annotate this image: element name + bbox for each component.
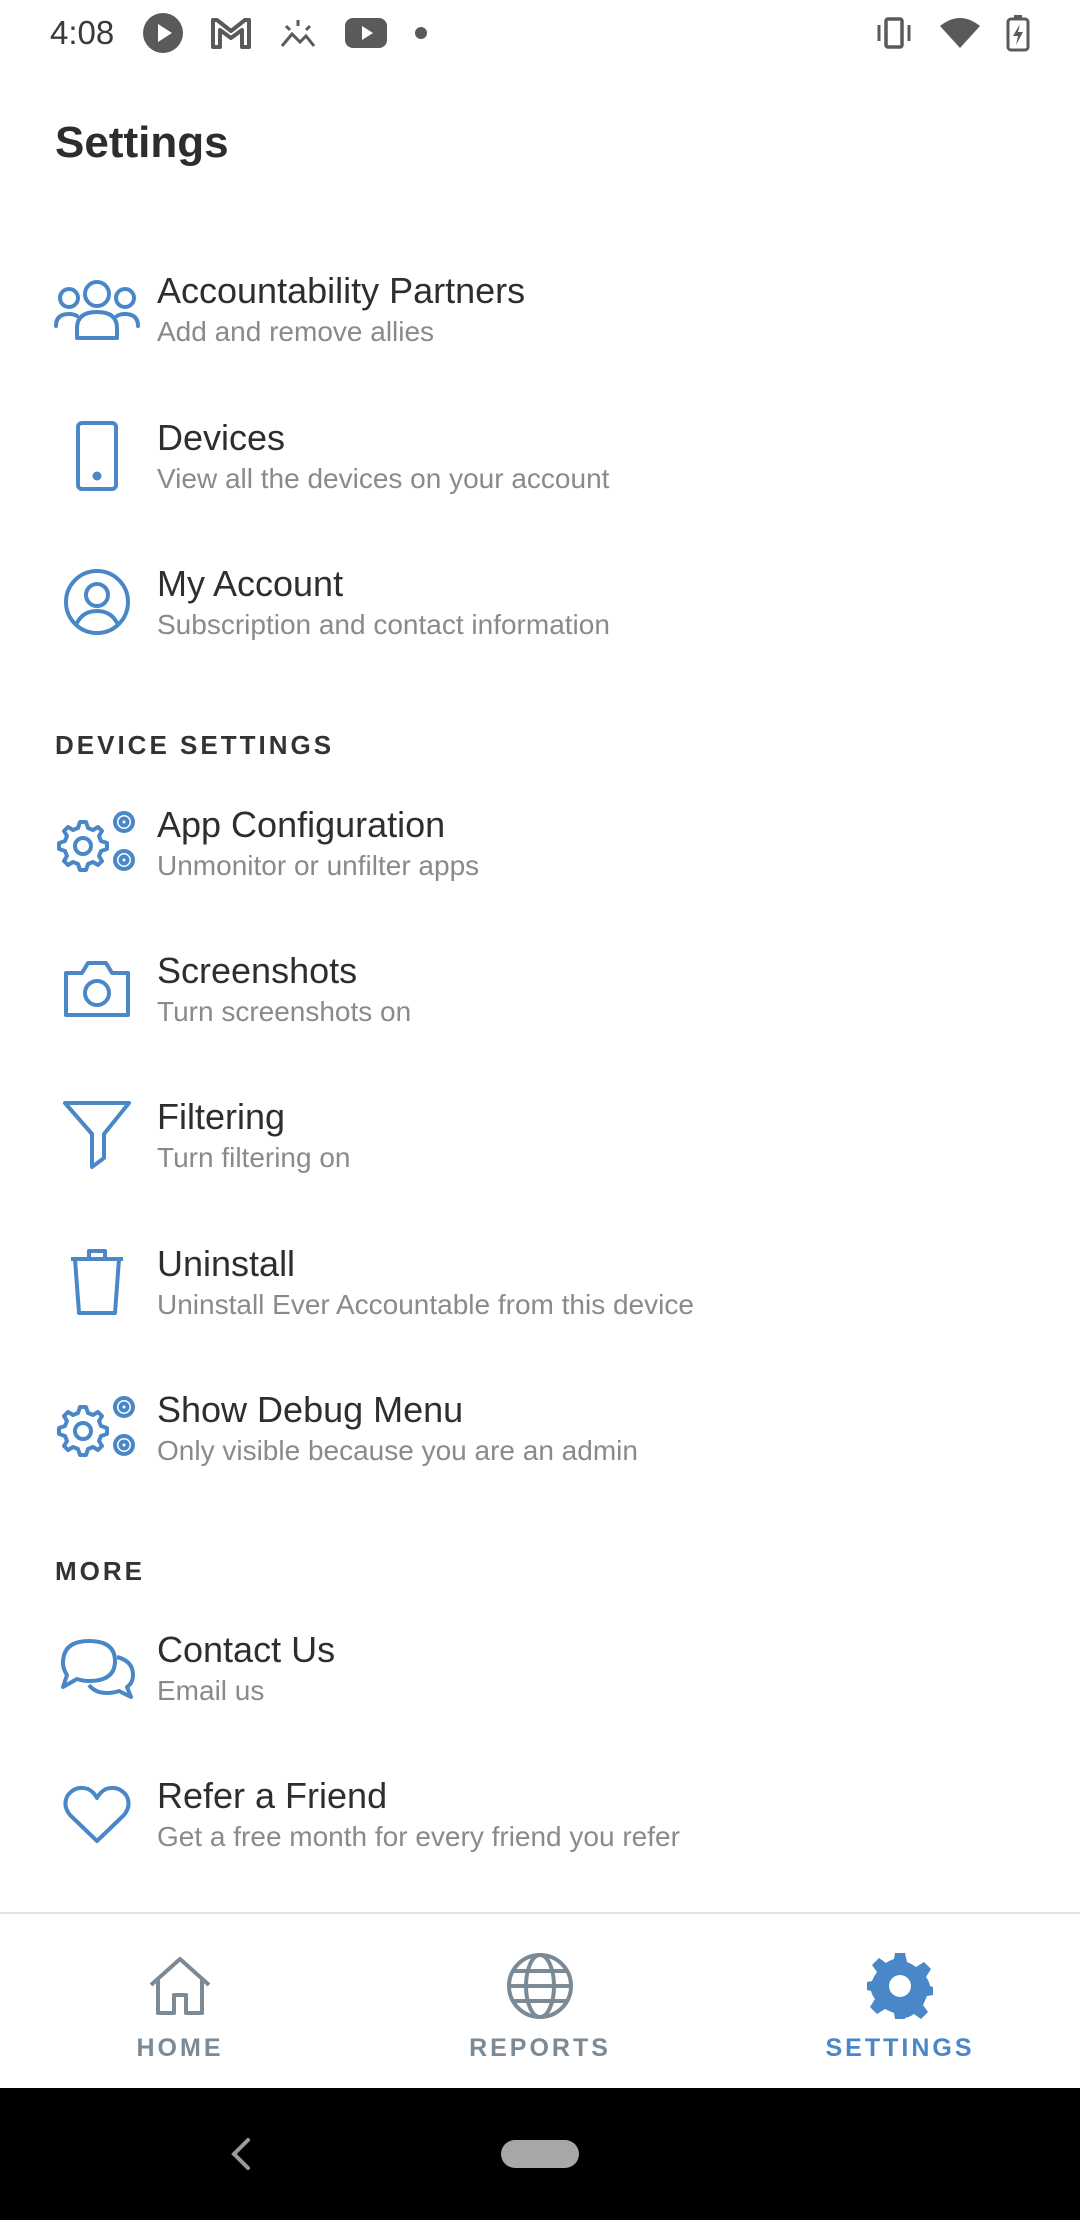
- item-subtitle: Turn screenshots on: [157, 996, 412, 1027]
- gear-icon: [864, 1950, 936, 2022]
- nav-label-settings: SETTINGS: [825, 2034, 975, 2062]
- section-header-device-settings: DEVICE SETTINGS: [55, 730, 335, 760]
- people-icon: [54, 266, 140, 352]
- item-title: Screenshots: [157, 950, 358, 991]
- status-bar: 4:08: [0, 0, 1080, 66]
- youtube-icon: [344, 17, 388, 49]
- system-nav-bar: [0, 2088, 1080, 2220]
- item-title: Show Debug Menu: [157, 1389, 464, 1430]
- gears-icon: [54, 1385, 140, 1471]
- item-title: Devices: [157, 417, 286, 458]
- wifi-icon: [938, 16, 982, 50]
- vibrate-icon: [874, 16, 914, 50]
- settings-item-filtering[interactable]: Filtering Turn filtering on: [0, 1074, 1080, 1214]
- home-icon: [144, 1950, 216, 2022]
- item-title: Accountability Partners: [157, 270, 526, 311]
- page-title: Settings: [55, 118, 229, 167]
- item-subtitle: Unmonitor or unfilter apps: [157, 850, 480, 881]
- settings-item-devices[interactable]: Devices View all the devices on your acc…: [0, 395, 1080, 535]
- nav-item-home[interactable]: HOME: [0, 1914, 360, 2088]
- item-title: Uninstall: [157, 1243, 296, 1284]
- dot-icon: [414, 26, 428, 40]
- battery-icon: [1006, 14, 1030, 52]
- gmail-icon: [210, 16, 252, 50]
- play-icon: [142, 12, 184, 54]
- settings-item-screenshots[interactable]: Screenshots Turn screenshots on: [0, 928, 1080, 1068]
- item-subtitle: Turn filtering on: [157, 1142, 351, 1173]
- item-subtitle: Email us: [157, 1675, 265, 1706]
- globe-icon: [504, 1950, 576, 2022]
- filter-icon: [54, 1092, 140, 1178]
- bottom-nav: HOME REPORTS SETTINGS: [0, 1912, 1080, 2088]
- trash-icon: [54, 1239, 140, 1325]
- nav-item-settings[interactable]: SETTINGS: [720, 1914, 1080, 2088]
- item-title: Contact Us: [157, 1629, 336, 1670]
- nav-item-reports[interactable]: REPORTS: [360, 1914, 720, 2088]
- phone-icon: [54, 413, 140, 499]
- item-title: My Account: [157, 563, 344, 604]
- home-pill-button[interactable]: [501, 2140, 579, 2168]
- settings-item-accountability-partners[interactable]: Accountability Partners Add and remove a…: [0, 248, 1080, 388]
- item-subtitle: Subscription and contact information: [157, 609, 610, 640]
- settings-item-refer-a-friend[interactable]: Refer a Friend Get a free month for ever…: [0, 1753, 1080, 1893]
- item-subtitle: Uninstall Ever Accountable from this dev…: [157, 1289, 694, 1320]
- item-subtitle: Get a free month for every friend you re…: [157, 1821, 680, 1852]
- camera-icon: [54, 946, 140, 1032]
- settings-item-contact-us[interactable]: Contact Us Email us: [0, 1607, 1080, 1747]
- item-subtitle: Add and remove allies: [157, 316, 435, 347]
- chat-icon: [54, 1625, 140, 1711]
- item-title: Refer a Friend: [157, 1775, 388, 1816]
- item-title: Filtering: [157, 1096, 286, 1137]
- status-time: 4:08: [50, 14, 115, 51]
- settings-item-show-debug-menu[interactable]: Show Debug Menu Only visible because you…: [0, 1367, 1080, 1507]
- section-header-more: MORE: [55, 1556, 145, 1586]
- heart-icon: [54, 1771, 140, 1857]
- back-icon[interactable]: [222, 2134, 262, 2174]
- weather-icon: [278, 16, 318, 50]
- item-subtitle: View all the devices on your account: [157, 463, 610, 494]
- settings-item-app-configuration[interactable]: App Configuration Unmonitor or unfilter …: [0, 782, 1080, 922]
- user-circle-icon: [54, 559, 140, 645]
- item-title: App Configuration: [157, 804, 446, 845]
- settings-item-my-account[interactable]: My Account Subscription and contact info…: [0, 541, 1080, 681]
- item-subtitle: Only visible because you are an admin: [157, 1435, 638, 1466]
- gears-icon: [54, 800, 140, 886]
- nav-label-home: HOME: [136, 2034, 224, 2062]
- settings-item-uninstall[interactable]: Uninstall Uninstall Ever Accountable fro…: [0, 1221, 1080, 1361]
- nav-label-reports: REPORTS: [469, 2034, 611, 2062]
